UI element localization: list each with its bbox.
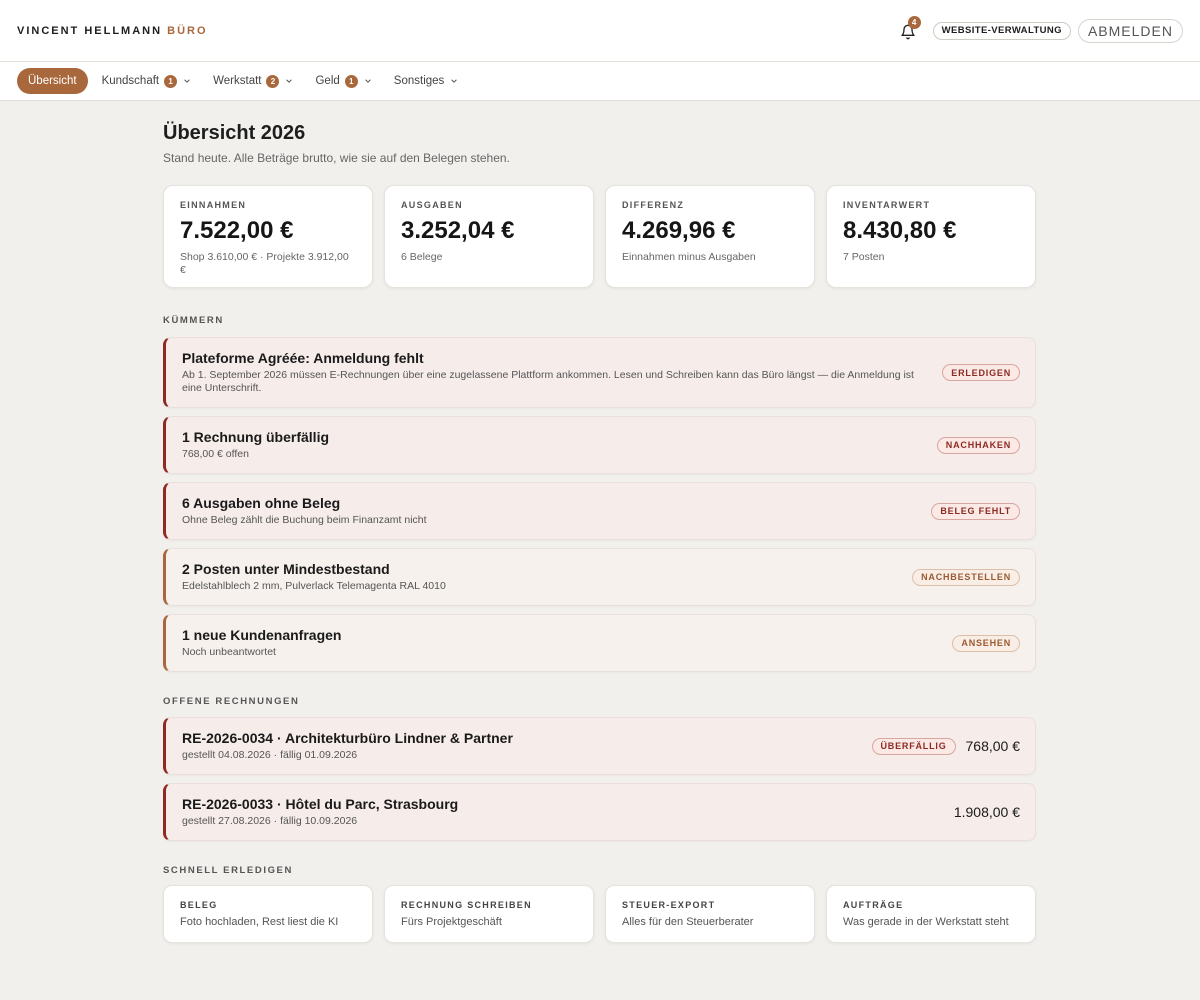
website-admin-button[interactable]: WEBSITE-VERWALTUNG xyxy=(932,21,1071,40)
task-item[interactable]: Plateforme Agréée: Anmeldung fehlt Ab 1.… xyxy=(163,337,1036,408)
quick-action-subtext: Alles für den Steuerberater xyxy=(622,916,754,928)
kpi-card-differenz: DIFFERENZ 4.269,96 € Einnahmen minus Aus… xyxy=(605,185,815,288)
brand-name: VINCENT HELLMANN xyxy=(17,24,163,37)
quick-action-subtext: Was gerade in der Werkstatt steht xyxy=(843,916,1009,928)
kpi-label: DIFFERENZ xyxy=(622,200,685,210)
task-description: Noch unbeantwortet xyxy=(182,646,276,658)
task-body: 2 Posten unter Mindestbestand Edelstahlb… xyxy=(182,561,912,593)
chevron-down-icon xyxy=(365,79,371,83)
task-description: Edelstahlblech 2 mm, Pulverlack Telemage… xyxy=(182,580,446,592)
main-content: Übersicht 2026 Stand heute. Alle Beträge… xyxy=(163,101,1036,943)
nav-item-label: Geld xyxy=(315,75,340,87)
page-subtitle: Stand heute. Alle Beträge brutto, wie si… xyxy=(163,151,510,165)
erledigen-button[interactable]: ERLEDIGEN xyxy=(942,364,1020,381)
quick-actions: BELEG Foto hochladen, Rest liest die KI … xyxy=(163,885,1036,943)
quick-action-subtext: Foto hochladen, Rest liest die KI xyxy=(180,916,339,928)
invoice-title: RE-2026-0033 · Hôtel du Parc, Strasbourg xyxy=(182,796,459,812)
quick-action-auftraege[interactable]: AUFTRÄGE Was gerade in der Werkstatt ste… xyxy=(826,885,1036,943)
kpi-subtext: Shop 3.610,00 € · Projekte 3.912,00 € xyxy=(180,251,349,276)
invoice-dates: gestellt 27.08.2026 · fällig 10.09.2026 xyxy=(182,815,358,827)
quick-action-label: BELEG xyxy=(180,900,218,910)
task-body: 1 neue Kundenanfragen Noch unbeantwortet xyxy=(182,627,952,659)
chevron-down-icon xyxy=(184,79,190,83)
task-item[interactable]: 1 Rechnung überfällig 768,00 € offen NAC… xyxy=(163,416,1036,474)
section-title-offene-rechnungen: OFFENE RECHNUNGEN xyxy=(163,696,300,707)
nav-item-geld[interactable]: Geld 1 xyxy=(315,68,371,94)
task-item[interactable]: 1 neue Kundenanfragen Noch unbeantwortet… xyxy=(163,614,1036,672)
nav-item-uebersicht[interactable]: Übersicht xyxy=(17,68,88,94)
kpi-value: 4.269,96 € xyxy=(622,217,736,244)
nav-count-badge: 2 xyxy=(266,74,280,88)
nav-item-label: Werkstatt xyxy=(213,75,262,87)
quick-action-label: STEUER-EXPORT xyxy=(622,900,716,910)
task-description: 768,00 € offen xyxy=(182,448,249,460)
quick-action-label: RECHNUNG SCHREIBEN xyxy=(401,900,532,910)
notifications-button[interactable]: 4 xyxy=(899,15,921,41)
invoice-body: RE-2026-0034 · Architekturbüro Lindner &… xyxy=(182,730,872,762)
nav-item-label: Übersicht xyxy=(28,75,77,87)
task-body: Plateforme Agréée: Anmeldung fehlt Ab 1.… xyxy=(182,350,942,395)
overdue-badge: ÜBERFÄLLIG xyxy=(871,737,956,755)
nachbestellen-button[interactable]: NACHBESTELLEN xyxy=(912,568,1020,586)
header-actions: 4 WEBSITE-VERWALTUNG ABMELDEN xyxy=(899,15,1183,43)
invoice-item[interactable]: RE-2026-0033 · Hôtel du Parc, Strasbourg… xyxy=(163,783,1036,841)
invoice-title: RE-2026-0034 · Architekturbüro Lindner &… xyxy=(182,730,513,746)
task-title: 2 Posten unter Mindestbestand xyxy=(182,561,390,577)
brand-accent: BÜRO xyxy=(167,24,208,37)
notification-count-badge: 4 xyxy=(907,15,921,29)
section-title-schnell-erledigen: SCHNELL ERLEDIGEN xyxy=(163,865,293,876)
quick-action-steuer-export[interactable]: STEUER-EXPORT Alles für den Steuerberate… xyxy=(605,885,815,943)
task-title: 1 Rechnung überfällig xyxy=(182,429,330,445)
invoice-body: RE-2026-0033 · Hôtel du Parc, Strasbourg… xyxy=(182,796,944,828)
logout-button[interactable]: ABMELDEN xyxy=(1077,18,1183,43)
kpi-subtext: 6 Belege xyxy=(401,251,443,263)
quick-action-rechnung-schreiben[interactable]: RECHNUNG SCHREIBEN Fürs Projektgeschäft xyxy=(384,885,594,943)
task-title: Plateforme Agréée: Anmeldung fehlt xyxy=(182,350,424,366)
kpi-subtext: 7 Posten xyxy=(843,251,885,263)
nav-item-kundschaft[interactable]: Kundschaft 1 xyxy=(102,68,192,94)
quick-action-beleg[interactable]: BELEG Foto hochladen, Rest liest die KI xyxy=(163,885,373,943)
kpi-value: 8.430,80 € xyxy=(843,217,957,244)
nav-item-label: Kundschaft xyxy=(101,75,160,87)
nav-item-sonstiges[interactable]: Sonstiges xyxy=(394,68,459,94)
ansehen-button[interactable]: ANSEHEN xyxy=(952,634,1020,652)
quick-action-label: AUFTRÄGE xyxy=(843,900,904,910)
invoice-dates: gestellt 04.08.2026 · fällig 01.09.2026 xyxy=(182,749,358,761)
nav-item-label: Sonstiges xyxy=(393,75,445,87)
kpi-card-inventarwert: INVENTARWERT 8.430,80 € 7 Posten xyxy=(826,185,1036,288)
kpi-value: 3.252,04 € xyxy=(401,217,515,244)
kpi-cards: EINNAHMEN 7.522,00 € Shop 3.610,00 € · P… xyxy=(163,185,1036,288)
task-body: 1 Rechnung überfällig 768,00 € offen xyxy=(182,429,937,461)
kpi-card-einnahmen: EINNAHMEN 7.522,00 € Shop 3.610,00 € · P… xyxy=(163,185,373,288)
brand-logo[interactable]: VINCENT HELLMANN BÜRO xyxy=(17,25,208,37)
section-title-kuemmern: KÜMMERN xyxy=(163,315,224,326)
chevron-down-icon xyxy=(286,79,293,83)
kpi-subtext: Einnahmen minus Ausgaben xyxy=(622,251,756,263)
nav-count-badge: 1 xyxy=(164,74,178,88)
nav-count-badge: 1 xyxy=(344,74,358,88)
kpi-value: 7.522,00 € xyxy=(180,217,294,244)
kpi-label: AUSGABEN xyxy=(401,200,463,210)
task-body: 6 Ausgaben ohne Beleg Ohne Beleg zählt d… xyxy=(182,495,931,527)
page-title: Übersicht 2026 xyxy=(163,122,306,144)
kpi-label: INVENTARWERT xyxy=(843,200,931,210)
chevron-down-icon xyxy=(451,79,458,83)
nachhaken-button[interactable]: NACHHAKEN xyxy=(936,436,1020,454)
task-description: Ohne Beleg zählt die Buchung beim Finanz… xyxy=(182,514,427,526)
invoice-amount: 1.908,00 € xyxy=(953,804,1020,820)
task-title: 1 neue Kundenanfragen xyxy=(182,627,342,643)
task-title: 6 Ausgaben ohne Beleg xyxy=(182,495,341,511)
invoice-amount: 768,00 € xyxy=(965,738,1021,754)
nav-item-werkstatt[interactable]: Werkstatt 2 xyxy=(213,68,293,94)
kpi-label: EINNAHMEN xyxy=(180,200,247,210)
beleg-fehlt-button[interactable]: BELEG FEHLT xyxy=(931,502,1020,520)
main-nav: Übersicht Kundschaft 1 Werkstatt 2 Geld … xyxy=(0,62,1200,101)
task-item[interactable]: 2 Posten unter Mindestbestand Edelstahlb… xyxy=(163,548,1036,606)
kpi-card-ausgaben: AUSGABEN 3.252,04 € 6 Belege xyxy=(384,185,594,288)
top-bar: VINCENT HELLMANN BÜRO 4 WEBSITE-VERWALTU… xyxy=(0,0,1200,62)
task-item[interactable]: 6 Ausgaben ohne Beleg Ohne Beleg zählt d… xyxy=(163,482,1036,540)
invoice-item[interactable]: RE-2026-0034 · Architekturbüro Lindner &… xyxy=(163,717,1036,775)
task-description: Ab 1. September 2026 müssen E-Rechnungen… xyxy=(182,369,914,394)
quick-action-subtext: Fürs Projektgeschäft xyxy=(401,916,502,928)
